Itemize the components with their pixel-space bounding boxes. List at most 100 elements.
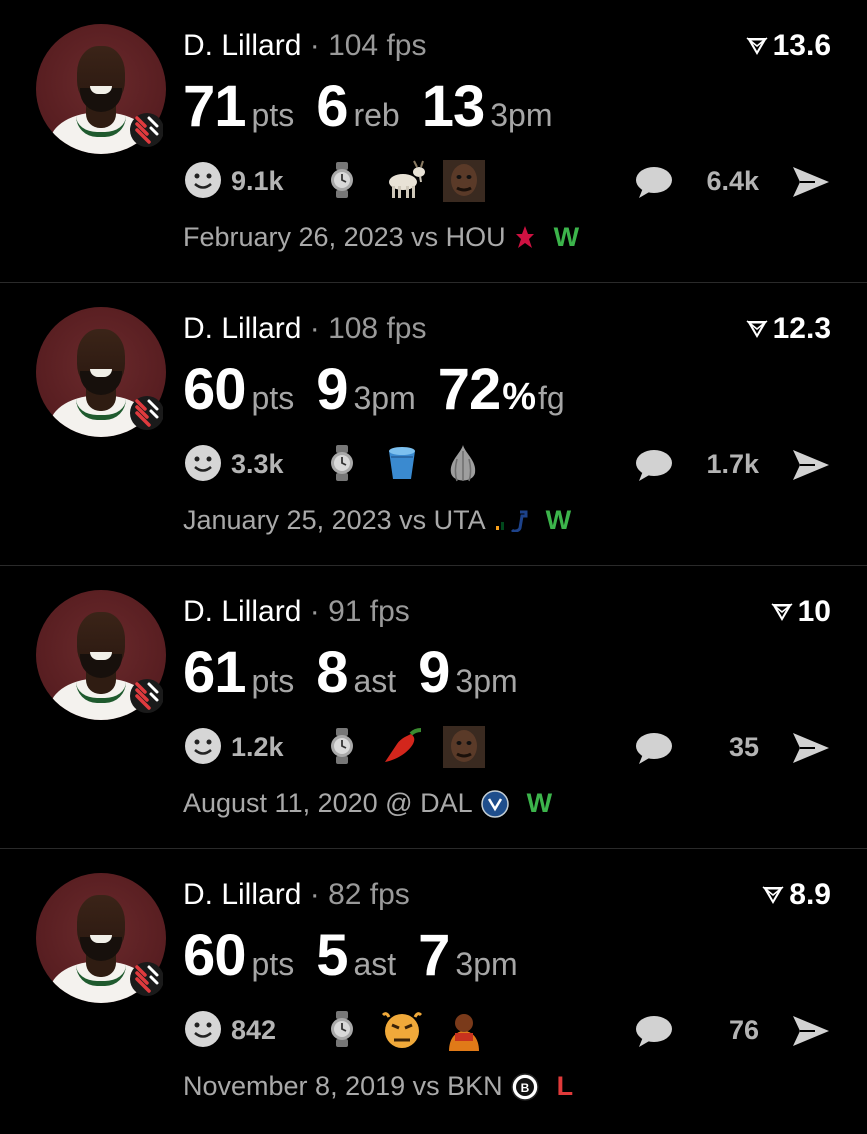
game-info: February 26, 2023 vs HOU W <box>183 222 579 253</box>
jazz-logo-icon <box>494 510 528 532</box>
smiley-reaction-icon[interactable] <box>183 443 223 488</box>
hot-pepper-emoji[interactable] <box>381 726 425 771</box>
comments-count: 6.4k <box>706 166 759 196</box>
send-icon[interactable] <box>791 731 831 770</box>
garlic-emoji[interactable] <box>443 443 483 490</box>
send-icon[interactable] <box>791 165 831 204</box>
rank-icon <box>745 318 769 340</box>
game-result: L <box>556 1071 574 1101</box>
game-date-opponent[interactable]: August 11, 2020 @ DAL <box>183 788 473 819</box>
player-header: D. Lillard · 104 fps <box>183 29 426 63</box>
game-result: W <box>526 788 553 818</box>
fps-score: 91 fps <box>328 595 410 628</box>
stat-line: 71 pts 6 reb 13 3pm <box>183 75 574 154</box>
rank-icon <box>770 601 794 623</box>
face-emoji[interactable] <box>443 726 485 773</box>
stat-value: 60 <box>183 923 247 988</box>
player-header: D. Lillard · 108 fps <box>183 312 426 346</box>
game-date-opponent[interactable]: February 26, 2023 vs HOU <box>183 222 506 253</box>
blazers-logo-icon <box>127 393 164 433</box>
stat-label: ast <box>353 663 397 699</box>
person-emoji[interactable] <box>443 1009 485 1056</box>
svg-text:B: B <box>520 1081 529 1095</box>
reactions-count: 9.1k <box>231 166 284 196</box>
rank-badge: 10 <box>770 595 831 629</box>
bucket-emoji[interactable] <box>381 443 423 488</box>
stat-label: 3pm <box>490 97 553 133</box>
player-name[interactable]: D. Lillard <box>183 878 301 911</box>
nets-logo-icon: B <box>510 1072 539 1101</box>
stat-value: 61 <box>183 640 247 705</box>
angry-face-emoji[interactable] <box>381 1009 423 1056</box>
action-bar: 1.2k 35 <box>183 726 831 770</box>
game-card[interactable]: D. Lillard · 104 fps 13.6 71 pts 6 reb 13 3pm 9.… <box>0 0 867 283</box>
player-header: D. Lillard · 82 fps <box>183 878 410 912</box>
send-icon[interactable] <box>791 1014 831 1053</box>
reactions-count: 3.3k <box>231 449 284 479</box>
stat-value: 7 <box>418 923 450 988</box>
player-header: D. Lillard · 91 fps <box>183 595 410 629</box>
blazers-logo-icon <box>127 110 164 150</box>
player-name[interactable]: D. Lillard <box>183 312 301 345</box>
smiley-reaction-icon[interactable] <box>183 726 223 771</box>
stat-label: fg <box>538 380 565 416</box>
comment-bubble-icon[interactable] <box>633 730 673 771</box>
stat-value: 6 <box>316 74 348 139</box>
face-emoji[interactable] <box>443 160 485 207</box>
stat-value: 5 <box>316 923 348 988</box>
stat-value: 8 <box>316 640 348 705</box>
rank-value: 10 <box>797 595 831 628</box>
comments-count: 1.7k <box>706 449 759 479</box>
stat-label: ast <box>353 946 397 982</box>
send-icon[interactable] <box>791 448 831 487</box>
action-bar: 842 76 <box>183 1009 831 1053</box>
game-feed: D. Lillard · 104 fps 13.6 71 pts 6 reb 13 3pm 9.… <box>0 0 867 1134</box>
smiley-reaction-icon[interactable] <box>183 160 223 205</box>
stat-label: 3pm <box>455 946 518 982</box>
game-date-opponent[interactable]: January 25, 2023 vs UTA <box>183 505 486 536</box>
stat-line: 60 pts 5 ast 7 3pm <box>183 924 540 1003</box>
stat-label: pts <box>251 663 295 699</box>
game-card[interactable]: D. Lillard · 108 fps 12.3 60 pts 9 3pm 72%fg 3.… <box>0 283 867 566</box>
watch-icon[interactable] <box>329 1009 355 1054</box>
comment-bubble-icon[interactable] <box>633 164 673 205</box>
rank-value: 13.6 <box>772 29 831 62</box>
blazers-logo-icon <box>127 959 164 999</box>
game-date-opponent[interactable]: November 8, 2019 vs BKN <box>183 1071 503 1102</box>
game-card[interactable]: D. Lillard · 91 fps 10 61 pts 8 ast 9 3pm 1.2k 35… <box>0 566 867 849</box>
watch-icon[interactable] <box>329 726 355 771</box>
game-info: August 11, 2020 @ DAL W <box>183 788 552 819</box>
fps-score: 108 fps <box>328 312 427 345</box>
separator-dot: · <box>309 312 320 345</box>
watch-icon[interactable] <box>329 160 355 205</box>
stat-label: 3pm <box>353 380 416 416</box>
rank-badge: 13.6 <box>745 29 831 63</box>
stat-value: 71 <box>183 74 247 139</box>
stat-value: 72 <box>437 357 502 422</box>
reactions-count: 1.2k <box>231 732 284 762</box>
stat-line: 61 pts 8 ast 9 3pm <box>183 641 540 720</box>
game-card[interactable]: D. Lillard · 82 fps 8.9 60 pts 5 ast 7 3pm 842 76… <box>0 849 867 1134</box>
smiley-reaction-icon[interactable] <box>183 1009 223 1054</box>
mavericks-logo-icon <box>480 789 509 818</box>
separator-dot: · <box>309 29 320 62</box>
reactions-count: 842 <box>231 1015 277 1045</box>
rank-value: 8.9 <box>789 878 831 911</box>
comment-bubble-icon[interactable] <box>633 1013 673 1054</box>
fps-score: 82 fps <box>328 878 410 911</box>
player-name[interactable]: D. Lillard <box>183 29 301 62</box>
game-result: W <box>553 222 580 252</box>
stat-percent-sign: % <box>502 376 537 418</box>
watch-icon[interactable] <box>329 443 355 488</box>
stat-label: 3pm <box>455 663 518 699</box>
comment-bubble-icon[interactable] <box>633 447 673 488</box>
stat-label: reb <box>353 97 400 133</box>
rank-badge: 12.3 <box>745 312 831 346</box>
game-info: January 25, 2023 vs UTA W <box>183 505 571 536</box>
goat-emoji[interactable] <box>381 160 427 205</box>
player-name[interactable]: D. Lillard <box>183 595 301 628</box>
separator-dot: · <box>309 878 320 911</box>
stat-value: 9 <box>316 357 348 422</box>
rank-icon <box>745 35 769 57</box>
stat-value: 60 <box>183 357 247 422</box>
